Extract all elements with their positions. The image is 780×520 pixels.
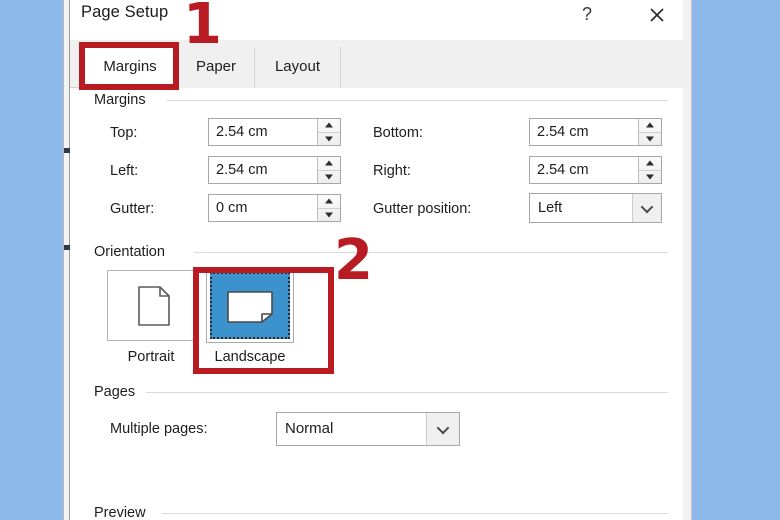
value-gutter: 0 cm (216, 200, 248, 216)
value-multiple-pages: Normal (285, 420, 334, 437)
spin-up-icon[interactable] (318, 157, 340, 171)
dialog-titlebar: Page Setup ? (70, 0, 683, 40)
spin-up-icon[interactable] (318, 195, 340, 209)
label-gutter: Gutter: (110, 201, 155, 217)
margins-tab-panel: Margins Top: 2.54 cm Left: 2.54 cm Gutte… (70, 88, 683, 520)
input-gutter[interactable]: 0 cm (208, 194, 341, 222)
spinner-top-margin[interactable] (317, 119, 340, 145)
orientation-landscape-selected-highlight (210, 272, 290, 339)
spinner-bottom-margin[interactable] (638, 119, 661, 145)
label-right-margin: Right: (373, 163, 411, 179)
tabstrip-filler (341, 47, 683, 88)
label-top-margin: Top: (110, 125, 138, 141)
value-top-margin: 2.54 cm (216, 124, 268, 140)
spin-up-icon[interactable] (318, 119, 340, 133)
spin-down-icon[interactable] (639, 171, 661, 184)
group-header-orientation: Orientation (94, 244, 165, 260)
input-left-margin[interactable]: 2.54 cm (208, 156, 341, 184)
page-title: Page Setup (81, 3, 169, 21)
label-gutter-position: Gutter position: (373, 201, 472, 217)
help-icon[interactable]: ? (572, 1, 602, 29)
landscape-page-icon (227, 290, 273, 323)
group-rule-orientation (194, 252, 668, 253)
value-gutter-position: Left (538, 200, 563, 216)
label-multiple-pages: Multiple pages: (110, 421, 208, 437)
spinner-gutter[interactable] (317, 195, 340, 221)
select-gutter-position[interactable]: Left (529, 193, 662, 223)
portrait-page-icon (138, 286, 170, 326)
spin-down-icon[interactable] (318, 133, 340, 146)
tab-paper[interactable]: Paper (178, 47, 255, 88)
document-edge-left (63, 0, 70, 520)
close-icon[interactable] (638, 0, 676, 30)
tab-layout[interactable]: Layout (255, 47, 341, 88)
page-setup-dialog: Page Setup ? Margins Paper Layout Margin… (70, 0, 683, 520)
label-bottom-margin: Bottom: (373, 125, 423, 141)
spin-down-icon[interactable] (639, 133, 661, 146)
dialog-tabstrip: Margins Paper Layout (70, 40, 683, 88)
group-header-preview: Preview (94, 505, 146, 520)
select-multiple-pages[interactable]: Normal (276, 412, 460, 446)
input-top-margin[interactable]: 2.54 cm (208, 118, 341, 146)
spinner-right-margin[interactable] (638, 157, 661, 183)
document-edge-right (683, 0, 692, 520)
group-header-margins: Margins (94, 92, 146, 108)
value-left-margin: 2.54 cm (216, 162, 268, 178)
orientation-option-portrait[interactable] (107, 270, 195, 341)
spin-down-icon[interactable] (318, 171, 340, 184)
orientation-label-landscape: Landscape (214, 349, 286, 365)
group-rule-preview (162, 513, 668, 514)
orientation-option-landscape[interactable] (206, 268, 294, 343)
spinner-left-margin[interactable] (317, 157, 340, 183)
spin-up-icon[interactable] (639, 157, 661, 171)
value-right-margin: 2.54 cm (537, 162, 589, 178)
input-right-margin[interactable]: 2.54 cm (529, 156, 662, 184)
group-rule-pages (146, 392, 668, 393)
orientation-label-portrait: Portrait (127, 349, 175, 365)
group-header-pages: Pages (94, 384, 136, 400)
chevron-down-icon[interactable] (426, 413, 459, 445)
label-left-margin: Left: (110, 163, 139, 179)
tab-margins[interactable]: Margins (82, 47, 178, 88)
group-rule-margins (166, 100, 668, 101)
value-bottom-margin: 2.54 cm (537, 124, 589, 140)
spin-down-icon[interactable] (318, 209, 340, 222)
input-bottom-margin[interactable]: 2.54 cm (529, 118, 662, 146)
chevron-down-icon[interactable] (632, 194, 661, 222)
spin-up-icon[interactable] (639, 119, 661, 133)
